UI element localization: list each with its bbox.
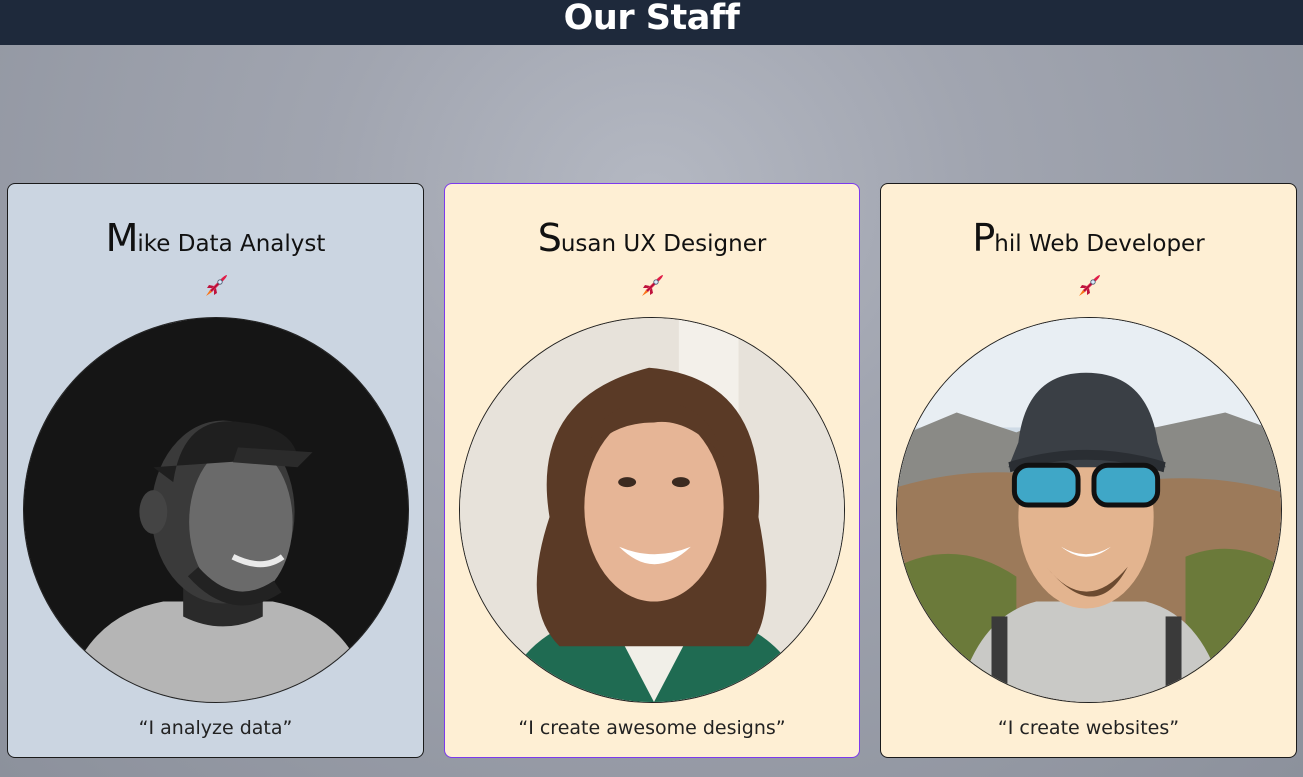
staff-card-phil: Phil Web Developer “I create websites” xyxy=(880,183,1297,758)
staff-name-heading: Susan UX Designer xyxy=(445,216,859,260)
staff-role: Data Analyst xyxy=(177,231,326,257)
name-initial: P xyxy=(972,216,995,260)
staff-card-mike: Mike Data Analyst “I analyze data” xyxy=(7,183,424,758)
staff-name-heading: Mike Data Analyst xyxy=(8,216,423,260)
staff-role: Web Developer xyxy=(1028,231,1205,257)
staff-role: UX Designer xyxy=(623,231,767,257)
name-initial: M xyxy=(105,216,139,260)
staff-photo-phil xyxy=(896,317,1282,703)
name-rest: ike xyxy=(137,231,171,257)
portrait-image xyxy=(24,318,408,702)
staff-quote: “I create awesome designs” xyxy=(518,717,786,739)
rocket-icon xyxy=(642,275,663,296)
portrait-image xyxy=(897,318,1281,702)
staff-quote: “I analyze data” xyxy=(138,717,293,739)
rocket-icon xyxy=(1078,275,1100,296)
staff-card-susan: Susan UX Designer “I create awesome desi… xyxy=(444,183,860,758)
page-header: Our Staff xyxy=(0,0,1303,45)
staff-quote: “I create websites” xyxy=(997,717,1180,739)
portrait-image xyxy=(460,318,844,702)
name-rest: usan xyxy=(560,231,617,257)
staff-name-heading: Phil Web Developer xyxy=(881,216,1296,260)
name-rest: hil xyxy=(994,231,1022,257)
staff-photo-susan xyxy=(459,317,845,703)
page-title: Our Staff xyxy=(563,0,740,38)
staff-photo-mike xyxy=(23,317,409,703)
rocket-icon xyxy=(205,275,227,296)
name-initial: S xyxy=(537,216,562,260)
